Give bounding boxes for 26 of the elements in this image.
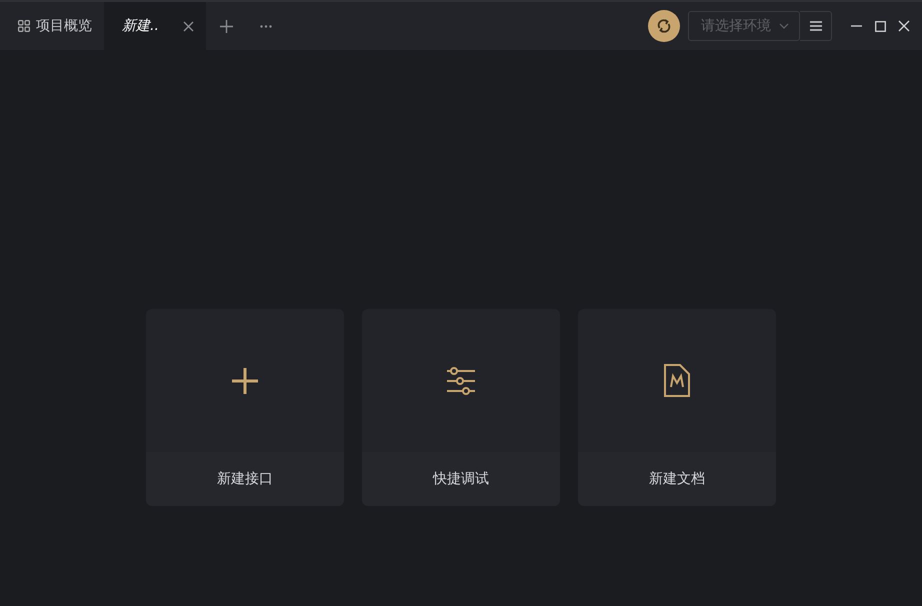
action-card[interactable]: 快捷调试 (362, 309, 560, 506)
more-icon[interactable] (260, 24, 272, 28)
menu-button[interactable] (800, 11, 832, 41)
plus-icon (230, 366, 260, 396)
markdown-file-icon (662, 362, 692, 398)
action-card[interactable]: 新建文档 (578, 309, 776, 506)
chevron-down-icon (779, 23, 789, 29)
sliders-icon (446, 366, 476, 394)
select-placeholder: 请选择环境 (701, 17, 771, 35)
menu-icon (810, 21, 822, 31)
tab-label: 新建.. (122, 17, 159, 35)
maximize-icon[interactable] (874, 20, 886, 32)
minimize-icon[interactable] (850, 25, 862, 27)
close-icon[interactable] (183, 20, 194, 32)
sync-button[interactable] (648, 10, 680, 42)
tab[interactable]: 新建.. (104, 2, 206, 50)
card-label: 新建接口 (217, 470, 273, 488)
tab-label: 项目概览 (36, 17, 92, 35)
action-card[interactable]: 新建接口 (146, 309, 344, 506)
grid-icon (18, 20, 30, 32)
card-label: 快捷调试 (433, 470, 489, 488)
close-icon[interactable] (898, 20, 910, 32)
tab[interactable]: 项目概览 (0, 2, 104, 50)
plus-icon[interactable] (220, 20, 232, 32)
sync-icon (657, 19, 671, 33)
card-label: 新建文档 (649, 470, 705, 488)
